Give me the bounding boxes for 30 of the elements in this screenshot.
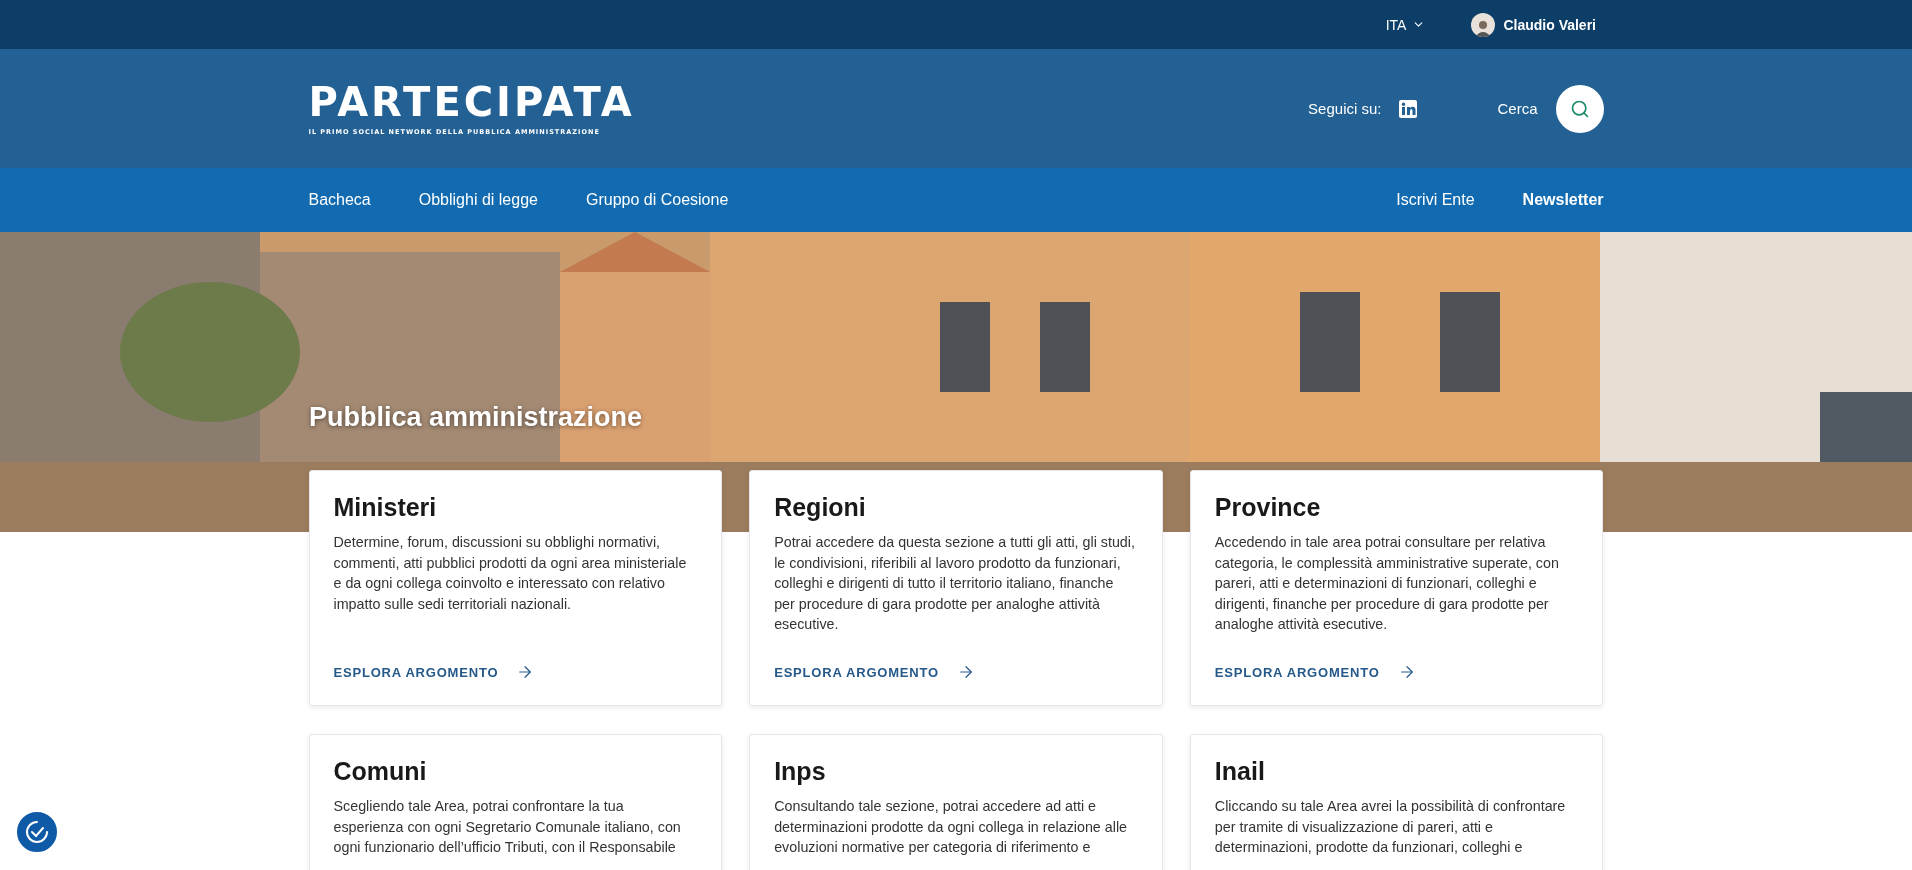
search-icon — [1569, 98, 1590, 119]
accessibility-check-icon — [24, 819, 50, 845]
card-description: Determine, forum, discussioni su obblighi normativi, commenti, atti pubblici prodotti da ogni area ministeriale e da ogni collega coinvolto e interessato con relativo impatto sulle sedi territoriali nazionali. — [333, 533, 688, 614]
explore-link[interactable]: ESPLORA ARGOMENTO — [774, 641, 1138, 681]
card-description: Scegliendo tale Area, potrai confrontare la tua esperienza con ogni Segretario Comunale italiano, con ogni funzionario dell’ufficio Tributi, con il Responsabile — [333, 797, 682, 857]
linkedin-icon[interactable] — [1399, 99, 1418, 118]
card-description: Potrai accedere da questa sezione a tutti gli atti, gli studi, le condivisioni, riferibili al lavoro prodotto da funzionari, colleghi e dirigenti di tutto il territorio italiano, finanche per procedure di gara prodotte per analoghe attività esecutive. — [774, 533, 1136, 634]
logo-title[interactable]: PARTECIPATA — [308, 81, 635, 122]
explore-link[interactable]: ESPLORA ARGOMENTO — [1214, 641, 1579, 681]
nav-link[interactable]: Newsletter — [1522, 191, 1604, 209]
card-description: Accedendo in tale area potrai consultare per relativa categoria, le complessità amministrative superate, con pareri, atti e determinazioni di funzionari, colleghi e dirigenti, finanche per procedure di gara prodotte per analoghe attività esecutive. — [1214, 533, 1560, 634]
card-title: Inail — [1214, 757, 1266, 786]
follow-label: Seguici su: — [1308, 100, 1382, 117]
card-description: Cliccando su tale Area avrei la possibilità di confrontare per tramite di visualizzazione di pareri, atti e determinazioni, prodotte da funzionari, colleghi e — [1214, 797, 1567, 857]
card-title: Province — [1214, 493, 1322, 522]
card-title: Ministeri — [333, 493, 438, 522]
user-menu[interactable]: Claudio Valeri — [1471, 12, 1596, 37]
nav-link[interactable]: Gruppo di Coesione — [585, 191, 729, 209]
hero-title: Pubblica amministrazione — [309, 402, 643, 433]
avatar-icon — [1471, 12, 1496, 37]
card-description: Consultando tale sezione, potrai accedere ad atti e determinazioni prodotte da ogni collega in relazione alle evoluzioni normative per categoria di riferimento e — [774, 797, 1129, 857]
card-title: Regioni — [774, 493, 867, 522]
nav-link[interactable]: Iscrivi Ente — [1396, 191, 1475, 209]
card-title: Comuni — [333, 757, 428, 786]
card-title: Inps — [774, 757, 827, 786]
nav-link[interactable]: Obblighi di legge — [418, 191, 538, 209]
explore-link[interactable]: ESPLORA ARGOMENTO — [333, 641, 698, 681]
nav-link[interactable]: Bacheca — [308, 191, 371, 209]
search-label: Cerca — [1497, 100, 1538, 117]
language-selector[interactable]: ITA — [1385, 16, 1426, 33]
